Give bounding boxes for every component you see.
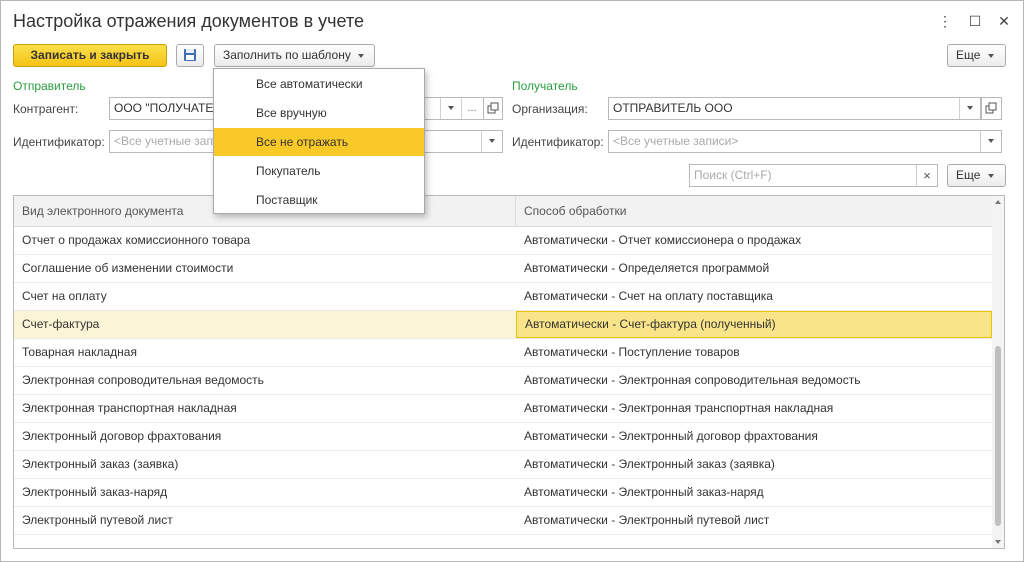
method-cell[interactable]: Автоматически - Счет на оплату поставщик… xyxy=(516,283,992,310)
sender-section-title: Отправитель xyxy=(13,79,86,93)
table-header: Вид электронного документа Способ обрабо… xyxy=(14,196,1004,227)
more-label: Еще xyxy=(956,48,981,62)
table-row[interactable]: Электронный договор фрахтования Автоматич… xyxy=(14,423,992,451)
search-placeholder: Поиск (Ctrl+F) xyxy=(694,168,772,182)
doc-type-cell[interactable]: Товарная накладная xyxy=(14,339,516,366)
method-cell[interactable]: Автоматически - Электронный заказ (заявк… xyxy=(516,451,992,478)
doc-type-cell[interactable]: Отчет о продажах комиссионного товара xyxy=(14,227,516,254)
receiver-identifier-placeholder: <Все учетные записи> xyxy=(613,134,739,148)
method-cell[interactable]: Автоматически - Электронный путевой лист xyxy=(516,507,992,534)
fill-by-template-button[interactable]: Заполнить по шаблону xyxy=(214,44,375,67)
chevron-down-icon xyxy=(987,53,994,58)
method-cell[interactable]: Автоматически - Электронная сопроводител… xyxy=(516,367,992,394)
dropdown-arrow-icon[interactable] xyxy=(440,98,461,119)
table-row[interactable]: Счет на оплату Автоматически - Счет на оп… xyxy=(14,283,992,311)
scroll-up-icon[interactable] xyxy=(995,200,1001,204)
template-menu-item[interactable]: Все не отражать xyxy=(214,128,424,156)
ellipsis-icon[interactable]: … xyxy=(461,98,482,119)
dropdown-arrow-icon[interactable] xyxy=(481,131,502,152)
table-row[interactable]: Электронная транспортная накладная Автома… xyxy=(14,395,992,423)
open-external-icon xyxy=(487,102,499,114)
scroll-down-icon[interactable] xyxy=(995,540,1001,544)
table-row[interactable]: Электронный заказ-наряд Автоматически - Э… xyxy=(14,479,992,507)
method-cell[interactable]: Автоматически - Электронный заказ-наряд xyxy=(516,479,992,506)
table-row[interactable]: Отчет о продажах комиссионного товара Авт… xyxy=(14,227,992,255)
table-row[interactable]: Соглашение об изменении стоимости Автомат… xyxy=(14,255,992,283)
table-row[interactable]: Электронный путевой лист Автоматически - … xyxy=(14,507,992,535)
table-row[interactable]: Счет-фактура Автоматически - Счет-фактура… xyxy=(14,311,992,339)
save-button[interactable] xyxy=(176,44,204,67)
open-counterparty-button[interactable] xyxy=(483,97,503,120)
table-more-label: Еще xyxy=(956,168,981,182)
table-row[interactable]: Товарная накладная Автоматически - Поступ… xyxy=(14,339,992,367)
counterparty-label: Контрагент: xyxy=(13,102,79,116)
doc-type-cell[interactable]: Счет на оплату xyxy=(14,283,516,310)
open-external-icon xyxy=(985,102,997,114)
sender-identifier-label: Идентификатор: xyxy=(13,135,105,149)
method-cell[interactable]: Автоматически - Поступление товаров xyxy=(516,339,992,366)
organization-label: Организация: xyxy=(512,102,588,116)
template-menu-item[interactable]: Покупатель xyxy=(214,157,424,185)
doc-type-cell[interactable]: Электронный договор фрахтования xyxy=(14,423,516,450)
template-menu-item[interactable]: Все автоматически xyxy=(214,70,424,98)
doc-type-cell[interactable]: Электронный путевой лист xyxy=(14,507,516,534)
chevron-down-icon xyxy=(358,53,365,58)
table-row[interactable]: Электронная сопроводительная ведомость Ав… xyxy=(14,367,992,395)
scrollbar-thumb[interactable] xyxy=(995,346,1001,526)
vertical-scrollbar[interactable] xyxy=(992,196,1004,548)
floppy-disk-icon xyxy=(184,49,196,61)
chevron-down-icon xyxy=(987,173,994,178)
doc-type-cell[interactable]: Счет-фактура xyxy=(14,311,516,338)
fill-template-menu: Все автоматически Все вручную Все не отраж… xyxy=(213,68,425,214)
doc-type-cell[interactable]: Электронный заказ-наряд xyxy=(14,479,516,506)
receiver-section-title: Получатель xyxy=(512,79,578,93)
settings-window: Настройка отражения документов в учете ⋮… xyxy=(0,0,1024,562)
maximize-icon[interactable]: ☐ xyxy=(963,11,987,31)
dropdown-arrow-icon[interactable] xyxy=(980,131,1001,152)
organization-value: ОТПРАВИТЕЛЬ ООО xyxy=(613,101,733,115)
doc-type-cell[interactable]: Электронная транспортная накладная xyxy=(14,395,516,422)
search-input[interactable]: Поиск (Ctrl+F) × xyxy=(689,164,938,187)
clear-search-icon[interactable]: × xyxy=(916,165,937,186)
table-more-button[interactable]: Еще xyxy=(947,164,1006,187)
method-cell[interactable]: Автоматически - Определяется программой xyxy=(516,255,992,282)
close-icon[interactable]: ✕ xyxy=(992,11,1016,31)
save-and-close-button[interactable]: Записать и закрыть xyxy=(13,44,167,67)
more-button[interactable]: Еще xyxy=(947,44,1006,67)
documents-table: Вид электронного документа Способ обрабо… xyxy=(13,195,1005,549)
template-menu-item[interactable]: Поставщик xyxy=(214,186,424,214)
method-cell[interactable]: Автоматически - Счет-фактура (полученный… xyxy=(516,311,992,338)
dropdown-arrow-icon[interactable] xyxy=(959,98,980,119)
method-cell[interactable]: Автоматически - Электронный договор фрах… xyxy=(516,423,992,450)
table-row[interactable]: Электронный заказ (заявка) Автоматически … xyxy=(14,451,992,479)
template-menu-item[interactable]: Все вручную xyxy=(214,99,424,127)
method-cell[interactable]: Автоматически - Отчет комиссионера о про… xyxy=(516,227,992,254)
method-cell[interactable]: Автоматически - Электронная транспортная… xyxy=(516,395,992,422)
organization-field[interactable]: ОТПРАВИТЕЛЬ ООО xyxy=(608,97,981,120)
receiver-identifier-label: Идентификатор: xyxy=(512,135,604,149)
fill-by-template-label: Заполнить по шаблону xyxy=(223,48,351,62)
title-bar: Настройка отражения документов в учете ⋮… xyxy=(1,1,1023,41)
open-organization-button[interactable] xyxy=(981,97,1002,120)
column-header-method[interactable]: Способ обработки xyxy=(516,196,992,226)
doc-type-cell[interactable]: Электронный заказ (заявка) xyxy=(14,451,516,478)
doc-type-cell[interactable]: Электронная сопроводительная ведомость xyxy=(14,367,516,394)
doc-type-cell[interactable]: Соглашение об изменении стоимости xyxy=(14,255,516,282)
window-title: Настройка отражения документов в учете xyxy=(13,11,365,31)
more-vertical-icon[interactable]: ⋮ xyxy=(933,11,957,31)
receiver-identifier-field[interactable]: <Все учетные записи> xyxy=(608,130,1002,153)
